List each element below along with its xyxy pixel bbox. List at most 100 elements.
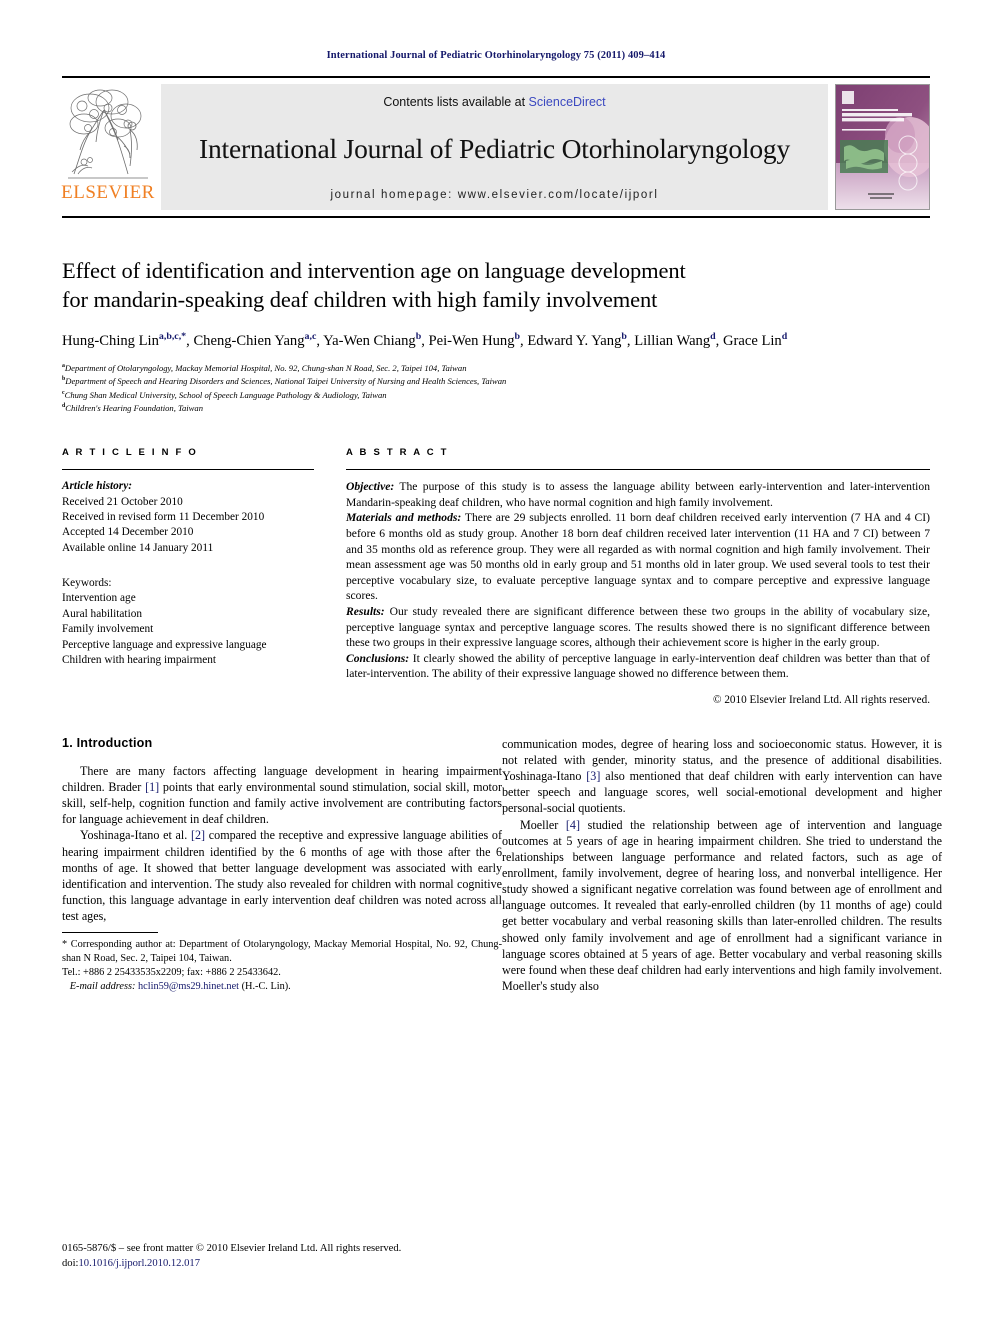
journal-cover-thumbnail [835,84,930,210]
body-column-left: 1. Introduction There are many factors a… [62,736,502,994]
abstract-section: Conclusions: It clearly showed the abili… [346,651,930,682]
body-column-right: communication modes, degree of hearing l… [502,736,942,994]
abstract-section-text: It clearly showed the ability of percept… [346,651,930,681]
abstract-section-label: Results: [346,604,385,618]
abstract-rule [346,469,930,471]
article-history: Article history: Received 21 October 201… [62,479,314,556]
column-gap [314,447,346,706]
affiliation-text: Children's Hearing Foundation, Taiwan [65,403,204,414]
author-affiliation-marker: a,c [304,330,317,342]
contents-available-line: Contents lists available at ScienceDirec… [383,95,605,109]
sciencedirect-link[interactable]: ScienceDirect [529,95,606,109]
paragraph-text: studied the relationship between age of … [502,817,943,993]
issn-prefix: 0165-5876/$ – see front matter [62,1242,196,1254]
paper-title-line1: Effect of identification and interventio… [62,258,686,283]
abstract-section-text: There are 29 subjects enrolled. 11 born … [346,511,931,603]
abstract-section-label: Materials and methods: [346,511,462,525]
journal-masthead: ELSEVIER Contents lists available at Sci… [61,76,930,218]
body-paragraph: There are many factors affecting languag… [62,763,502,828]
body-paragraph: Yoshinaga-Itano et al. [2] compared the … [62,827,502,924]
doi-line: doi:10.1016/j.ijporl.2010.12.017 [62,1256,502,1271]
article-history-item: Available online 14 January 2011 [62,541,214,554]
journal-homepage[interactable]: journal homepage: www.elsevier.com/locat… [330,189,658,201]
elsevier-wordmark: ELSEVIER [61,182,155,203]
paper-page: International Journal of Pediatric Otorh… [0,0,992,1323]
article-info-column: A R T I C L E I N F O Article history: R… [62,447,314,706]
author-affiliation-marker: b [514,330,521,342]
paragraph-text: Yoshinaga-Itano et al. [80,828,191,843]
affiliation-text: Chung Shan Medical University, School of… [64,389,387,400]
affiliation-list: aDepartment of Otolaryngology, Mackay Me… [62,362,930,415]
footnote-email-suffix: (H.-C. Lin). [239,981,291,993]
cover-art [836,85,929,209]
keywords-block: Keywords: Intervention age Aural habilita… [62,576,314,668]
journal-title: International Journal of Pediatric Otorh… [199,133,790,164]
abstract-section-label: Conclusions: [346,651,410,665]
citation-link[interactable]: [4] [566,818,580,832]
abstract-section: Materials and methods: There are 29 subj… [346,510,930,603]
doi-label: doi: [62,1257,79,1269]
abstract-section-label: Objective: [346,480,395,494]
author-name: Edward Y. Yang [527,332,622,349]
footnote-text: * Corresponding author at: Department of… [62,938,502,994]
footnote-rule [62,932,158,934]
author-affiliation-marker: d [781,330,788,342]
affiliation-text: Department of Speech and Hearing Disorde… [65,376,507,387]
article-history-item: Received 21 October 2010 [62,495,183,508]
keywords-label: Keywords: [62,577,112,590]
abstract-column: A B S T R A C T Objective: The purpose o… [346,447,930,706]
body-paragraph: communication modes, degree of hearing l… [502,736,942,817]
keyword-item: Children with hearing impairment [62,653,217,666]
affiliation-item: cChung Shan Medical University, School o… [62,389,930,402]
doi-link[interactable]: 10.1016/j.ijporl.2010.12.017 [78,1258,200,1269]
article-info-rule [62,469,314,471]
affiliation-item: aDepartment of Otolaryngology, Mackay Me… [62,362,930,375]
abstract-section-text: Our study revealed there are significant… [346,604,930,650]
footnote-tel: Tel.: +886 2 25433535x2209; fax: +886 2 … [62,967,281,979]
running-head: International Journal of Pediatric Otorh… [326,50,666,61]
citation-link[interactable]: [1] [145,780,159,794]
article-history-item: Received in revised form 11 December 201… [62,511,265,524]
keyword-item: Intervention age [62,592,136,605]
author-name: Lillian Wang [634,332,711,349]
footnote-email-label: E-mail address: [69,981,136,993]
footnote-email-link[interactable]: hclin59@ms29.hinet.net [138,981,239,992]
paragraph-text: Moeller [520,817,566,832]
abstract-section: Results: Our study revealed there are si… [346,604,930,651]
article-info-heading: A R T I C L E I N F O [62,447,198,459]
abstract-body: Objective: The purpose of this study is … [346,479,930,682]
affiliation-item: bDepartment of Speech and Hearing Disord… [62,375,930,388]
masthead-center-band: Contents lists available at ScienceDirec… [161,84,828,210]
abstract-heading: A B S T R A C T [346,447,449,459]
citation-link[interactable]: [3] [586,769,600,783]
title-block: Effect of identification and interventio… [62,256,930,415]
abstract-section-text: The purpose of this study is to assess t… [346,480,930,509]
info-abstract-region: A R T I C L E I N F O Article history: R… [62,447,930,706]
paper-title-line2: for mandarin-speaking deaf children with… [62,287,658,313]
issn-line: 0165-5876/$ – see front matter © 2010 El… [62,1241,502,1256]
author-name: Grace Lin [722,332,782,349]
paragraph-text: compared the receptive and expressive la… [62,828,502,924]
issn-footer: 0165-5876/$ – see front matter © 2010 El… [62,1241,502,1271]
keyword-item: Perceptive language and expressive langu… [62,638,267,651]
elsevier-logo: ELSEVIER [61,84,155,210]
issn-copyright: © 2010 Elsevier Ireland Ltd. All rights … [195,1242,402,1254]
page-title: Effect of identification and interventio… [62,256,930,315]
citation-link[interactable]: [2] [191,828,205,842]
author-affiliation-marker: b [621,330,627,342]
author-affiliation-marker: b [415,330,422,342]
article-history-label: Article history: [62,480,132,493]
abstract-copyright: © 2010 Elsevier Ireland Ltd. All rights … [713,693,930,706]
body-columns: 1. Introduction There are many factors a… [62,736,942,994]
keyword-item: Aural habilitation [62,607,142,620]
author-affiliation-marker: d [710,330,716,342]
author-list: Hung-Ching Lina,b,c,*, Cheng-Chien Yanga… [62,330,788,349]
footnote-corresponding: Corresponding author at: Department of O… [62,939,502,965]
keyword-item: Family involvement [62,623,154,636]
elsevier-tree-icon [64,86,152,182]
section-heading-introduction: 1. Introduction [62,735,153,750]
author-name: Cheng-Chien Yang [193,332,305,349]
affiliation-text: Department of Otolaryngology, Mackay Mem… [64,363,467,374]
author-name: Ya-Wen Chiang [323,332,416,349]
author-affiliation-marker: a,b,c,* [158,330,187,342]
